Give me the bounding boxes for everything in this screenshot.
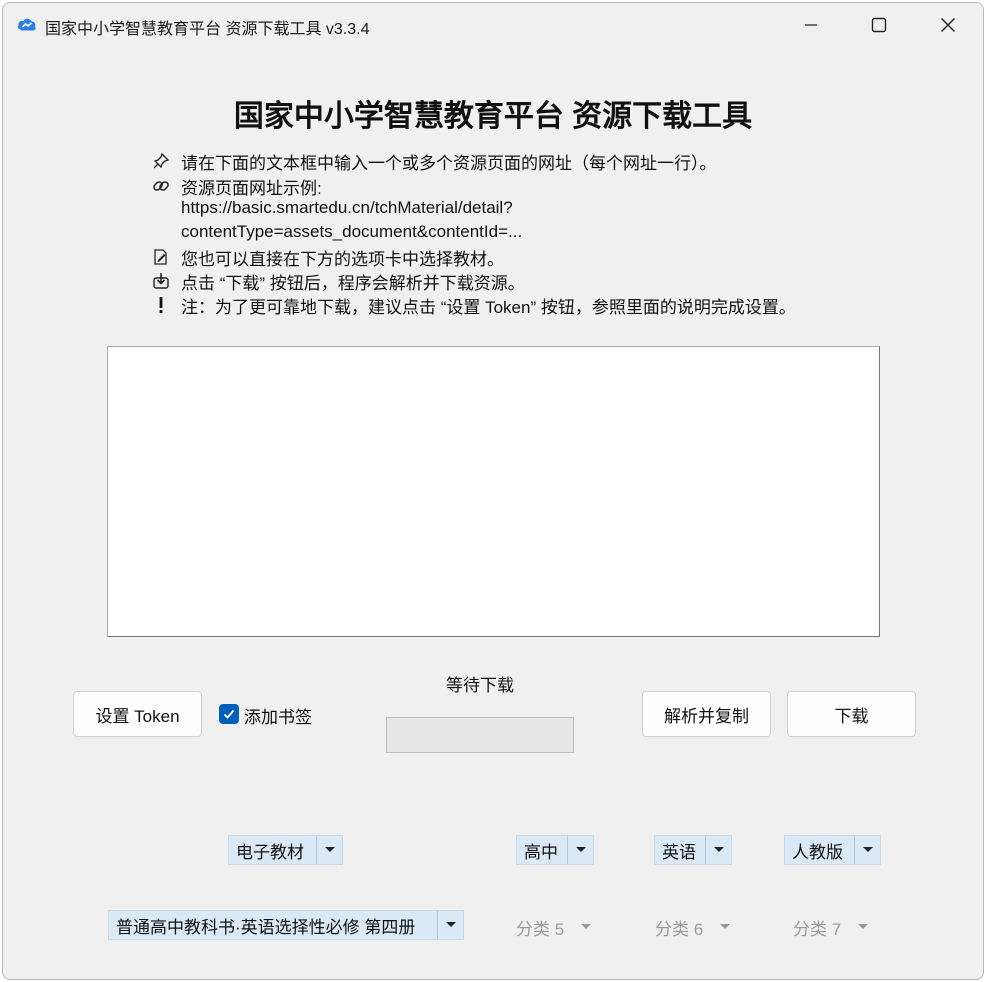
instruction-text: 点击 “下载” 按钮后，程序会解析并下载资源。	[181, 274, 525, 293]
dropdown-value: 普通高中教科书·英语选择性必修 第四册	[116, 917, 416, 937]
download-status: 等待下载	[446, 676, 514, 695]
dropdown-category-5[interactable]: 分类 5	[509, 912, 599, 942]
close-icon	[941, 18, 955, 32]
bookmark-checkbox[interactable]	[219, 704, 239, 724]
dropdown-value: 分类 5	[516, 919, 565, 939]
dropdown-arrow-icon	[573, 912, 599, 942]
example-url-line-2: contentType=assets_document&contentId=..…	[181, 222, 523, 241]
dropdown-subject[interactable]: 英语	[654, 835, 732, 865]
dropdown-value: 人教版	[792, 842, 843, 862]
exclamation-icon	[151, 295, 171, 315]
bookmark-label[interactable]: 添加书签	[244, 703, 312, 728]
download-button[interactable]: 下载	[787, 691, 916, 737]
instruction-text: 资源页面网址示例:	[181, 179, 322, 198]
dropdown-arrow-icon	[854, 836, 880, 864]
dropdown-arrow-icon	[316, 836, 342, 864]
dropdown-arrow-icon	[567, 836, 593, 864]
dropdown-category-6[interactable]: 分类 6	[648, 912, 738, 942]
maximize-icon	[871, 17, 887, 33]
set-token-button[interactable]: 设置 Token	[73, 691, 202, 737]
dropdown-value: 分类 6	[655, 919, 704, 939]
dropdown-edition[interactable]: 人教版	[784, 835, 881, 865]
dropdown-value: 分类 7	[793, 919, 842, 939]
parse-copy-button[interactable]: 解析并复制	[642, 691, 771, 737]
dropdown-arrow-icon	[705, 836, 731, 864]
pin-icon	[151, 151, 171, 171]
minimize-icon	[805, 24, 817, 26]
maximize-button[interactable]	[845, 3, 913, 47]
download-icon	[151, 271, 171, 291]
window-title: 国家中小学智慧教育平台 资源下载工具 v3.3.4	[45, 21, 370, 38]
dropdown-level[interactable]: 高中	[516, 835, 594, 865]
instruction-text: 您也可以直接在下方的选项卡中选择教材。	[181, 250, 504, 269]
dropdown-arrow-icon	[850, 912, 876, 942]
app-logo-icon	[17, 18, 36, 31]
instruction-text: 注：为了更可靠地下载，建议点击 “设置 Token” 按钮，参照里面的说明完成设…	[181, 298, 796, 317]
app-window: 国家中小学智慧教育平台 资源下载工具 v3.3.4 国家中小学智慧教育平台 资源…	[2, 2, 984, 980]
dropdown-arrow-icon	[437, 911, 463, 939]
minimize-button[interactable]	[777, 3, 845, 47]
link-icon	[151, 176, 171, 196]
dropdown-category-7[interactable]: 分类 7	[786, 912, 876, 942]
dropdown-value: 英语	[662, 842, 696, 862]
dropdown-resource-type[interactable]: 电子教材	[228, 835, 343, 865]
dropdown-value: 高中	[524, 842, 558, 862]
checkmark-icon	[223, 709, 235, 719]
instruction-text: 请在下面的文本框中输入一个或多个资源页面的网址（每个网址一行）。	[181, 154, 717, 173]
edit-document-icon	[151, 247, 171, 267]
page-title: 国家中小学智慧教育平台 资源下载工具	[233, 100, 753, 133]
dropdown-arrow-icon	[712, 912, 738, 942]
example-url-line-1: https://basic.smartedu.cn/tchMaterial/de…	[181, 198, 513, 217]
title-bar[interactable]: 国家中小学智慧教育平台 资源下载工具 v3.3.4	[3, 3, 983, 47]
dropdown-value: 电子教材	[236, 842, 304, 862]
close-button[interactable]	[914, 3, 982, 47]
download-progress-bar	[386, 717, 574, 753]
url-input[interactable]	[107, 346, 880, 637]
dropdown-textbook[interactable]: 普通高中教科书·英语选择性必修 第四册	[108, 910, 464, 940]
